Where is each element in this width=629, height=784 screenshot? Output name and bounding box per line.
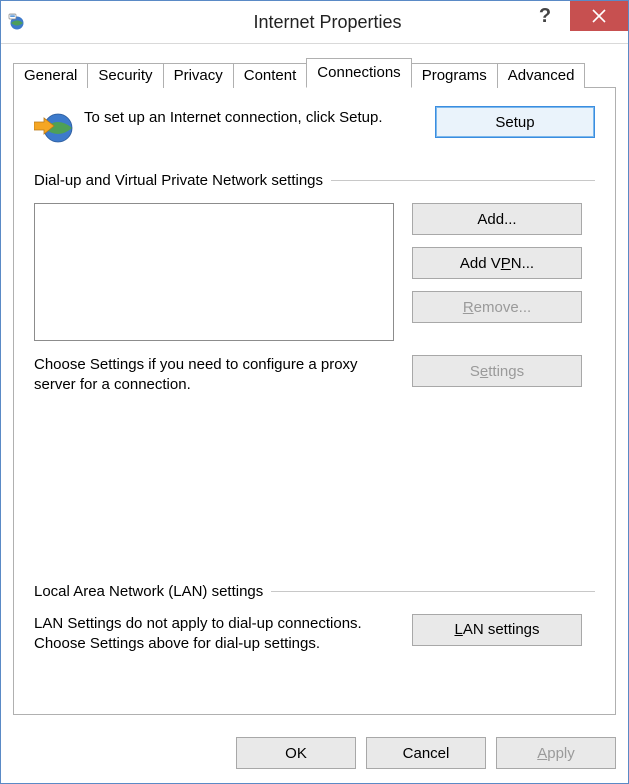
tab-programs[interactable]: Programs: [411, 63, 498, 88]
internet-options-icon: [7, 12, 27, 32]
connections-listbox[interactable]: [34, 203, 394, 341]
cancel-button[interactable]: Cancel: [366, 737, 486, 769]
tab-general[interactable]: General: [13, 63, 88, 88]
add-vpn-button[interactable]: Add VPN...: [412, 247, 582, 279]
titlebar-buttons: ?: [520, 1, 628, 43]
connection-wizard-icon: [34, 106, 74, 146]
close-button[interactable]: [570, 1, 628, 31]
dialup-group-label: Dial-up and Virtual Private Network sett…: [34, 172, 323, 189]
dialup-group: Dial-up and Virtual Private Network sett…: [34, 172, 595, 396]
divider: [331, 180, 595, 181]
lan-group-label: Local Area Network (LAN) settings: [34, 583, 263, 600]
setup-description: To set up an Internet connection, click …: [84, 106, 425, 128]
add-button[interactable]: Add...: [412, 203, 582, 235]
ok-button[interactable]: OK: [236, 737, 356, 769]
tab-advanced[interactable]: Advanced: [497, 63, 586, 88]
lan-group: Local Area Network (LAN) settings LAN Se…: [34, 583, 595, 655]
divider: [271, 591, 595, 592]
setup-row: To set up an Internet connection, click …: [34, 106, 595, 146]
lan-description: LAN Settings do not apply to dial-up con…: [34, 614, 394, 655]
tab-content[interactable]: Content: [233, 63, 308, 88]
dialog-footer: OK Cancel Apply: [1, 727, 628, 783]
connections-panel: To set up an Internet connection, click …: [13, 87, 616, 715]
tab-security[interactable]: Security: [87, 63, 163, 88]
lan-settings-button[interactable]: LAN settings: [412, 614, 582, 646]
internet-properties-window: Internet Properties ? General Security P…: [0, 0, 629, 784]
remove-button: Remove...: [412, 291, 582, 323]
tab-privacy[interactable]: Privacy: [163, 63, 234, 88]
dialog-body: General Security Privacy Content Connect…: [1, 44, 628, 727]
apply-button: Apply: [496, 737, 616, 769]
help-button[interactable]: ?: [520, 1, 570, 31]
tab-connections[interactable]: Connections: [306, 58, 411, 88]
titlebar: Internet Properties ?: [1, 1, 628, 44]
tabstrip: General Security Privacy Content Connect…: [13, 58, 616, 87]
connection-settings-button: Settings: [412, 355, 582, 387]
setup-button[interactable]: Setup: [435, 106, 595, 138]
proxy-description: Choose Settings if you need to configure…: [34, 355, 394, 396]
